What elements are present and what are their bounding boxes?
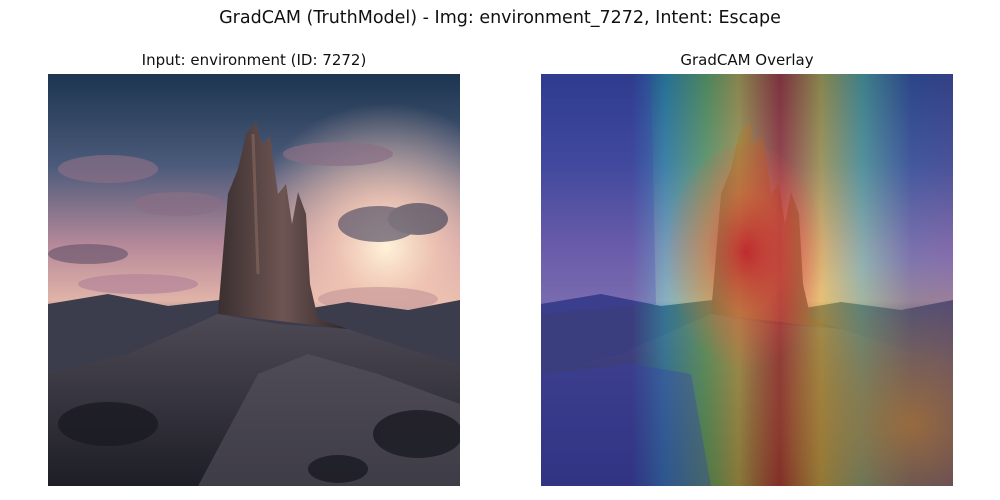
- input-image: [48, 74, 460, 486]
- overlay-photo: [541, 74, 953, 486]
- input-panel-title: Input: environment (ID: 7272): [141, 51, 367, 69]
- input-photo: [48, 74, 460, 486]
- gradcam-overlay-image: [541, 74, 953, 486]
- figure-title: GradCAM (TruthModel) - Img: environment_…: [219, 8, 781, 28]
- overlay-panel-title: GradCAM Overlay: [680, 51, 814, 69]
